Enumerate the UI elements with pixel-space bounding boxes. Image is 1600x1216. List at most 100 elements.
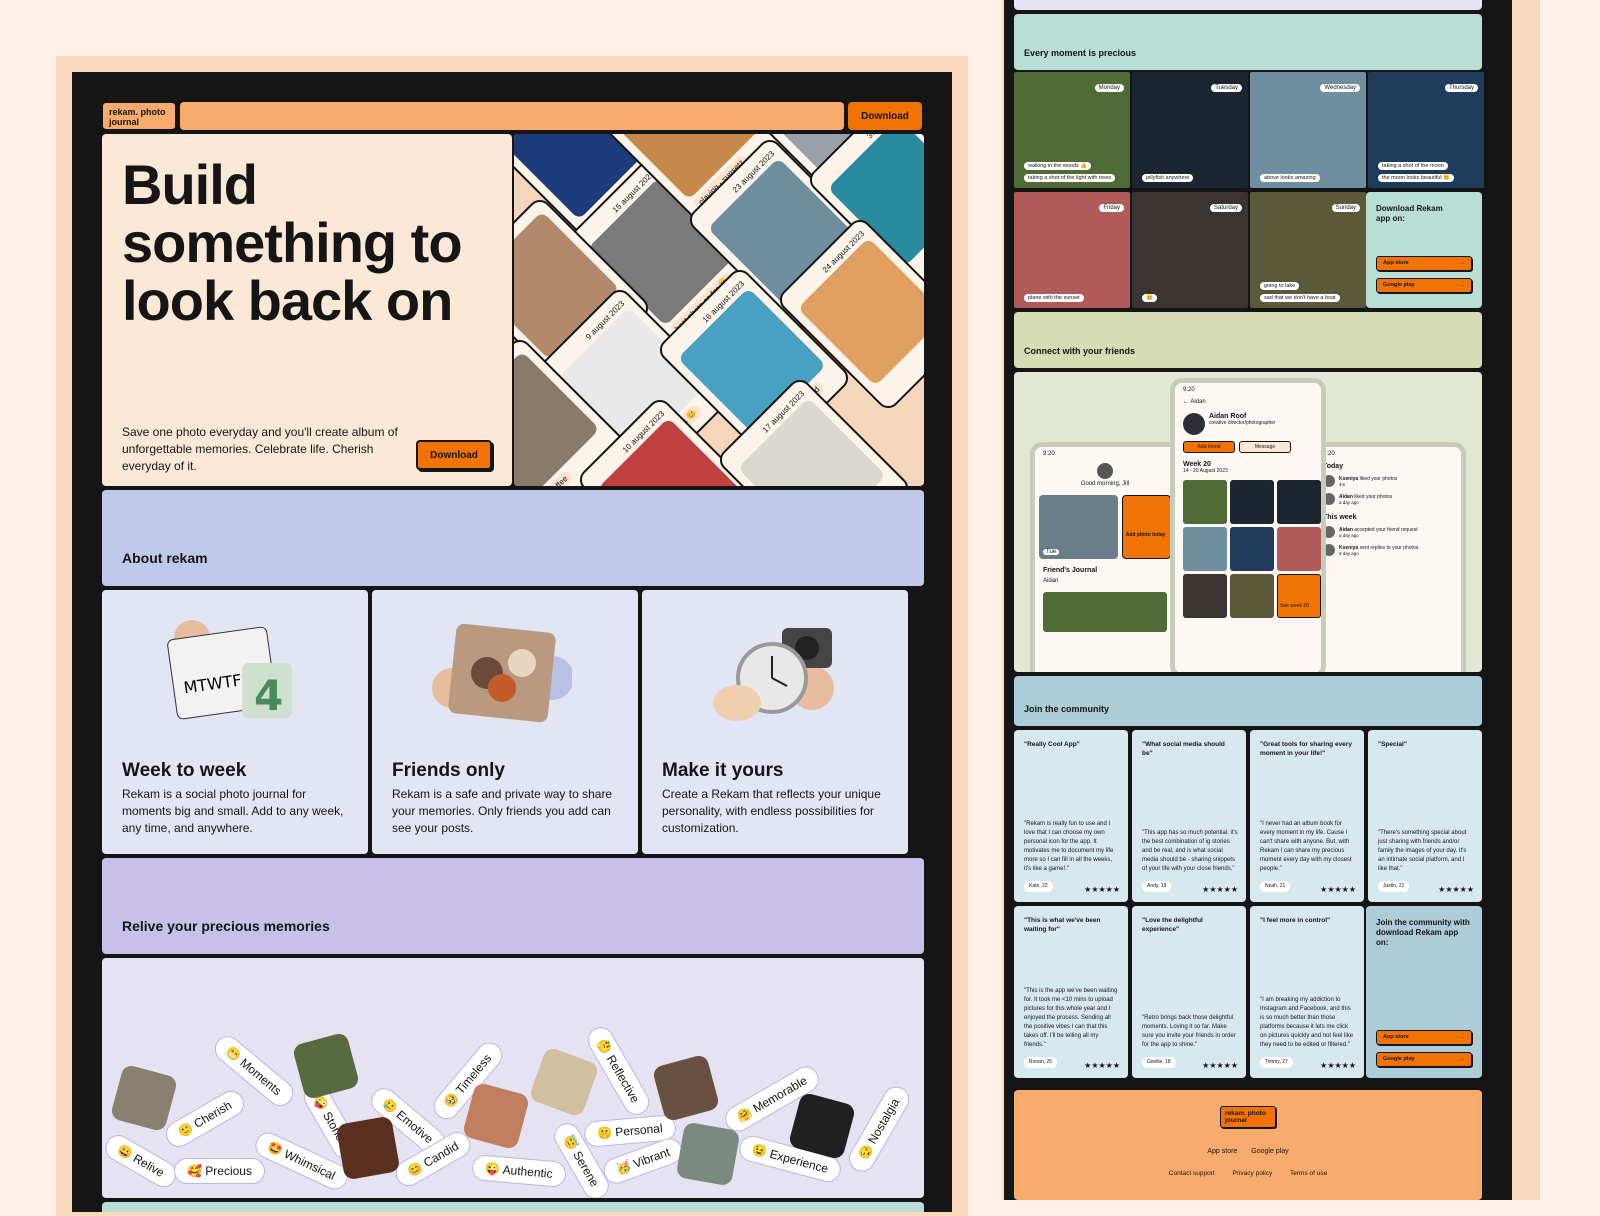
phone-profile: 9:20 ← Aidan Aidan Roof creative director…	[1170, 378, 1326, 672]
photo-caption: the moon looks beautiful 😊	[1378, 174, 1454, 182]
add-friend-button[interactable]: Add friend	[1183, 441, 1235, 453]
review-title: "Special"	[1378, 741, 1407, 748]
reviewer-name: Justin, 21	[1378, 881, 1410, 892]
memory-chips-area: 😁 Moments 🙂 Cherish 😀 Relive 🥰 Precious 🤪 St…	[102, 958, 924, 1198]
week-photo[interactable]	[1230, 527, 1274, 571]
footer-store-links: App store Google play	[1014, 1148, 1482, 1155]
logo[interactable]: rekam. photo journal	[102, 102, 176, 130]
app-store-button[interactable]: App store →	[1376, 256, 1472, 271]
today-heading: Today	[1323, 463, 1344, 470]
back-header[interactable]: ← Aidan	[1175, 397, 1321, 407]
week-photo[interactable]	[1277, 480, 1321, 524]
star-rating: ★★★★★	[1320, 885, 1356, 894]
header-download-button[interactable]: Download	[848, 102, 922, 130]
add-photo-card[interactable]: Add photo today	[1121, 495, 1171, 559]
memory-chip: 😜 Authentic	[471, 1153, 567, 1189]
reviewer-name: Ronan, 25	[1024, 1057, 1058, 1068]
notification-item[interactable]: Aidan accepted your friend request a day …	[1315, 523, 1461, 541]
status-time: 9:20	[1043, 451, 1055, 457]
feature-text: Rekam is a social photo journal for mome…	[122, 787, 344, 835]
footer-links: Contact support Privacy policy Terms of …	[1014, 1170, 1482, 1177]
message-button[interactable]: Message	[1239, 441, 1291, 453]
week-photo[interactable]	[1230, 480, 1274, 524]
review-title: "Really Cool App"	[1024, 741, 1080, 748]
footer-logo[interactable]: rekam. photo journal	[1220, 1106, 1276, 1128]
week-photo[interactable]	[1183, 480, 1227, 524]
day-photo[interactable]: Monday walking in the woods 👍 taking a sho…	[1014, 72, 1130, 188]
phones-showcase: 9:20 Good morning, Jill Tue Add photo to…	[1014, 372, 1482, 672]
day-label: Monday	[1094, 84, 1124, 92]
relive-section: Relive your precious memories	[102, 858, 924, 954]
day-tag: Tue	[1043, 549, 1060, 555]
review-title: "This is what we've been waiting for"	[1024, 917, 1101, 933]
app-store-label: App store	[1383, 260, 1409, 266]
memory-photo	[109, 1063, 179, 1133]
footer-google-play-link[interactable]: Google play	[1251, 1148, 1288, 1155]
day-photo[interactable]: Sunday going to lake sad that we don't hav…	[1250, 192, 1366, 308]
arrow-right-icon: →	[1459, 1056, 1466, 1062]
svg-text:4: 4	[254, 671, 283, 720]
google-play-button[interactable]: Google play →	[1376, 1052, 1472, 1067]
review-card: "What social media should be" "This app h…	[1132, 730, 1246, 902]
week-photo[interactable]	[1230, 574, 1274, 618]
google-play-label: Google play	[1383, 1056, 1415, 1062]
google-play-label: Google play	[1383, 282, 1415, 288]
connect-section: Connect with your friends	[1014, 312, 1482, 368]
review-body: "This app has so much potential. it's th…	[1142, 830, 1238, 872]
google-play-button[interactable]: Google play →	[1376, 278, 1472, 293]
review-card: "Great tools for sharing every moment in…	[1250, 730, 1364, 902]
feature-title: Friends only	[392, 760, 505, 781]
day-photo[interactable]: Tuesday jellyfish anywhere	[1132, 72, 1248, 188]
reviewer-name: Kate, 22	[1024, 881, 1053, 892]
connect-title: Connect with your friends	[1024, 346, 1136, 356]
contact-support-link[interactable]: Contact support	[1169, 1170, 1215, 1177]
photo-caption: above looks amazing	[1260, 174, 1320, 182]
journal-title: Friend's Journal	[1043, 567, 1098, 574]
friend-name: Aidan	[1043, 578, 1059, 584]
hero-download-button[interactable]: Download	[416, 440, 492, 470]
review-title: "What social media should be"	[1142, 741, 1225, 757]
day-label: Tuesday	[1211, 84, 1242, 92]
arrow-right-icon: →	[1459, 260, 1466, 266]
terms-of-use-link[interactable]: Terms of use	[1290, 1170, 1327, 1177]
app-store-button[interactable]: App store →	[1376, 1030, 1472, 1045]
review-body: "Retro brings back those delightful mome…	[1142, 1015, 1236, 1048]
memory-photo	[335, 1115, 401, 1181]
notification-item[interactable]: Aidan liked your photos a day ago	[1315, 490, 1461, 508]
memory-chip: 😌 Nostalgia	[844, 1081, 914, 1177]
this-week-heading: This week	[1323, 514, 1357, 521]
today-photo[interactable]: Tue	[1039, 495, 1118, 559]
review-title: "I feel more in control"	[1260, 917, 1331, 924]
join-panel: Join the community with download Rekam a…	[1366, 906, 1482, 1078]
review-body: "I am breaking my addiction to Instagram…	[1260, 997, 1354, 1048]
day-photo[interactable]: Wednesday above looks amazing	[1250, 72, 1366, 188]
memory-photo	[291, 1031, 361, 1101]
hero-text: Save one photo everyday and you'll creat…	[122, 425, 398, 473]
day-label: Thursday	[1444, 84, 1478, 92]
reviewer-name: Noah, 21	[1260, 881, 1291, 892]
phone-notifications: 9:20 Today Kseniya liked your photos 4m Ai…	[1310, 442, 1466, 672]
review-title: "Great tools for sharing every moment in…	[1260, 741, 1352, 757]
week-photo[interactable]	[1183, 527, 1227, 571]
week-photo[interactable]	[1183, 574, 1227, 618]
footer-app-store-link[interactable]: App store	[1207, 1148, 1237, 1155]
week-title: Week 20	[1183, 461, 1211, 468]
landing-page-desktop: rekam. photo journal Download Build some…	[72, 72, 952, 1212]
week-photo[interactable]	[1277, 527, 1321, 571]
day-photo[interactable]: Friday plane with the sunset	[1014, 192, 1130, 308]
star-rating: ★★★★★	[1084, 1061, 1120, 1070]
see-week-button[interactable]: See week 20	[1277, 574, 1321, 618]
notification-item[interactable]: Kseniya sent replies to your photos 6 day…	[1315, 541, 1461, 559]
day-photo[interactable]: Thursday taking a shot of the moon the moo…	[1368, 72, 1484, 188]
community-section: Join the community	[1014, 676, 1482, 726]
star-rating: ★★★★★	[1320, 1061, 1356, 1070]
phone-home: 9:20 Good morning, Jill Tue Add photo to…	[1030, 442, 1180, 672]
photo-caption: jellyfish anywhere	[1142, 174, 1194, 182]
day-photo[interactable]: Saturday 😊	[1132, 192, 1248, 308]
relive-title: Relive your precious memories	[122, 918, 330, 934]
back-title: Aidan	[1190, 399, 1206, 405]
privacy-policy-link[interactable]: Privacy policy	[1232, 1170, 1272, 1177]
day-label: Friday	[1099, 204, 1124, 212]
notification-item[interactable]: Kseniya liked your photos 4m	[1315, 472, 1461, 490]
about-section: About rekam	[102, 490, 924, 586]
